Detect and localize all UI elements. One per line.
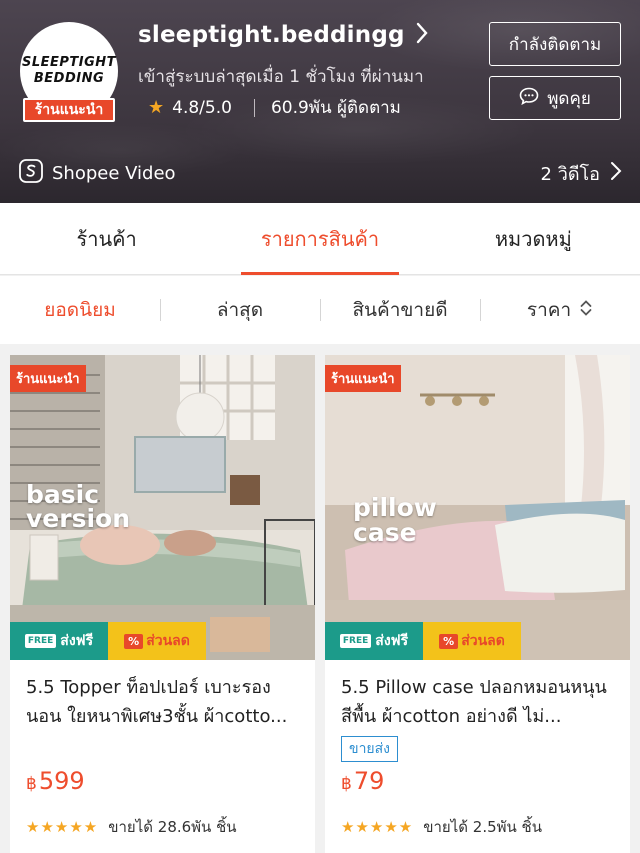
shop-header: SLEEPTIGHT BEDDING ร้านแนะนำ sleeptight.… [0, 0, 640, 203]
shopee-video-icon [18, 158, 44, 189]
chevron-right-icon [610, 161, 622, 186]
shop-name-link[interactable]: sleeptight.beddingg [138, 22, 429, 48]
price-value: 79 [353, 767, 385, 795]
sort-price-label: ราคา [526, 299, 572, 321]
tab-shop[interactable]: ร้านค้า [0, 203, 213, 274]
caption-line-1: pillow [353, 493, 437, 522]
product-image-caption: pillow case [353, 495, 437, 545]
shop-stats: ★ 4.8/5.0 60.9พัน ผู้ติดตาม [148, 94, 401, 121]
product-title[interactable]: 5.5 Pillow case ปลอกหมอนหนุน สีพื้น ผ้าc… [341, 673, 617, 731]
sort-bar: ยอดนิยม ล่าสุด สินค้าขายดี ราคา [0, 276, 640, 344]
currency-symbol: ฿ [341, 774, 352, 794]
free-shipping-icon: FREE [24, 634, 57, 648]
product-card[interactable]: ร้านแนะนำ pillow case FREE ส่งฟรี % ส่วน… [325, 355, 630, 853]
recommended-badge: ร้านแนะนำ [10, 365, 86, 392]
video-count-link[interactable]: 2 วิดีโอ [541, 159, 622, 188]
caption-line-2: version [26, 504, 131, 533]
discount-icon: % [124, 633, 144, 649]
caption-line-2: case [353, 518, 417, 547]
sort-price[interactable]: ราคา [480, 276, 640, 344]
promo-bar: FREE ส่งฟรี % ส่วนลด [10, 622, 315, 660]
sort-arrows-icon [571, 299, 593, 322]
chat-button[interactable]: พูดคุย [489, 76, 621, 120]
free-shipping-label: ส่งฟรี [375, 633, 409, 649]
product-image-pillow-case[interactable]: ร้านแนะนำ pillow case FREE ส่งฟรี % ส่วน… [325, 355, 630, 660]
last-active-text: เข้าสู่ระบบล่าสุดเมื่อ 1 ชั่วโมง ที่ผ่าน… [138, 67, 424, 87]
product-title[interactable]: 5.5 Topper ท็อปเปอร์ เบาะรองนอน ใยหนาพิเ… [26, 673, 302, 731]
chevron-right-icon [415, 22, 429, 48]
stats-divider [253, 98, 255, 117]
currency-symbol: ฿ [26, 774, 37, 794]
shopee-video-link: Shopee Video [18, 158, 176, 189]
price-value: 599 [38, 767, 85, 795]
follower-count: 60.9พัน ผู้ติดตาม [270, 98, 401, 118]
logo-line-2: BEDDING [33, 71, 105, 86]
star-icon: ★ [148, 97, 165, 118]
sold-count: ขายได้ 28.6พัน ชิ้น [108, 818, 237, 836]
shopee-video-row[interactable]: Shopee Video 2 วิดีโอ [0, 146, 640, 200]
discount-label: ส่วนลด [461, 633, 505, 649]
shop-page: SLEEPTIGHT BEDDING ร้านแนะนำ sleeptight.… [0, 0, 640, 853]
sort-top-sales[interactable]: สินค้าขายดี [320, 276, 480, 344]
product-image-caption: basic version [26, 482, 131, 533]
rating-stars-icon: ★★★★★ [26, 818, 99, 836]
chat-bubble-icon [519, 87, 539, 110]
shop-name: sleeptight.beddingg [138, 22, 405, 48]
shopee-video-label: Shopee Video [52, 162, 176, 184]
free-shipping-label: ส่งฟรี [60, 633, 94, 649]
discount-icon: % [439, 633, 459, 649]
product-card[interactable]: ร้านแนะนำ basic version FREE ส่งฟรี % ส่… [10, 355, 315, 853]
discount-label: ส่วนลด [146, 633, 190, 649]
discount-tag: % ส่วนลด [423, 622, 521, 660]
rating-stars-icon: ★★★★★ [341, 818, 414, 836]
tab-categories[interactable]: หมวดหมู่ [427, 203, 640, 274]
product-grid: ร้านแนะนำ basic version FREE ส่งฟรี % ส่… [10, 355, 630, 853]
logo-line-1: SLEEPTIGHT [21, 55, 117, 70]
product-price: ฿599 [26, 767, 85, 795]
rating-sold-row: ★★★★★ ขายได้ 2.5พัน ชิ้น [341, 815, 542, 839]
video-count: 2 วิดีโอ [540, 163, 600, 185]
free-shipping-tag: FREE ส่งฟรี [325, 622, 423, 660]
free-shipping-icon: FREE [339, 634, 372, 648]
chat-button-label: พูดคุย [547, 88, 591, 108]
product-price: ฿79 [341, 767, 384, 795]
sort-popular[interactable]: ยอดนิยม [0, 276, 160, 344]
promo-bar: FREE ส่งฟรี % ส่วนลด [325, 622, 630, 660]
wholesale-tag: ขายส่ง [341, 736, 399, 762]
discount-tag: % ส่วนลด [108, 622, 206, 660]
sort-latest[interactable]: ล่าสุด [160, 276, 320, 344]
following-button[interactable]: กำลังติดตาม [489, 22, 621, 66]
recommended-badge: ร้านแนะนำ [325, 365, 401, 392]
free-shipping-tag: FREE ส่งฟรี [10, 622, 108, 660]
sold-count: ขายได้ 2.5พัน ชิ้น [423, 818, 542, 836]
rating-sold-row: ★★★★★ ขายได้ 28.6พัน ชิ้น [26, 815, 237, 839]
tab-products[interactable]: รายการสินค้า [213, 203, 426, 275]
product-image-bedroom-topper[interactable]: ร้านแนะนำ basic version FREE ส่งฟรี % ส่… [10, 355, 315, 660]
shop-tabs: ร้านค้า รายการสินค้า หมวดหมู่ [0, 203, 640, 275]
recommended-shop-badge: ร้านแนะนำ [23, 98, 115, 122]
shop-rating: 4.8/5.0 [172, 97, 232, 118]
